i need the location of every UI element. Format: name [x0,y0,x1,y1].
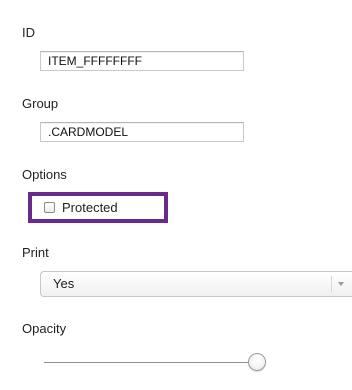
protected-checkbox[interactable] [44,201,55,213]
opacity-slider-track[interactable] [44,362,258,363]
opacity-slider-thumb[interactable] [248,353,266,371]
protected-checkbox-label: Protected [62,199,118,215]
id-label: ID [22,25,35,40]
chevron-down-icon[interactable] [338,281,344,287]
group-field[interactable]: .CARDMODEL [40,122,244,142]
protected-checkbox-row[interactable]: Protected [44,199,118,215]
properties-panel: ID ITEM_FFFFFFFF Group .CARDMODEL Option… [0,0,352,390]
options-label: Options [22,167,67,182]
id-field[interactable]: ITEM_FFFFFFFF [40,51,244,71]
print-select-value: Yes [53,276,75,291]
print-select-divider [331,276,332,292]
group-label: Group [22,96,59,111]
print-label: Print [22,245,49,260]
opacity-label: Opacity [22,321,67,336]
print-select[interactable]: Yes [40,271,352,297]
